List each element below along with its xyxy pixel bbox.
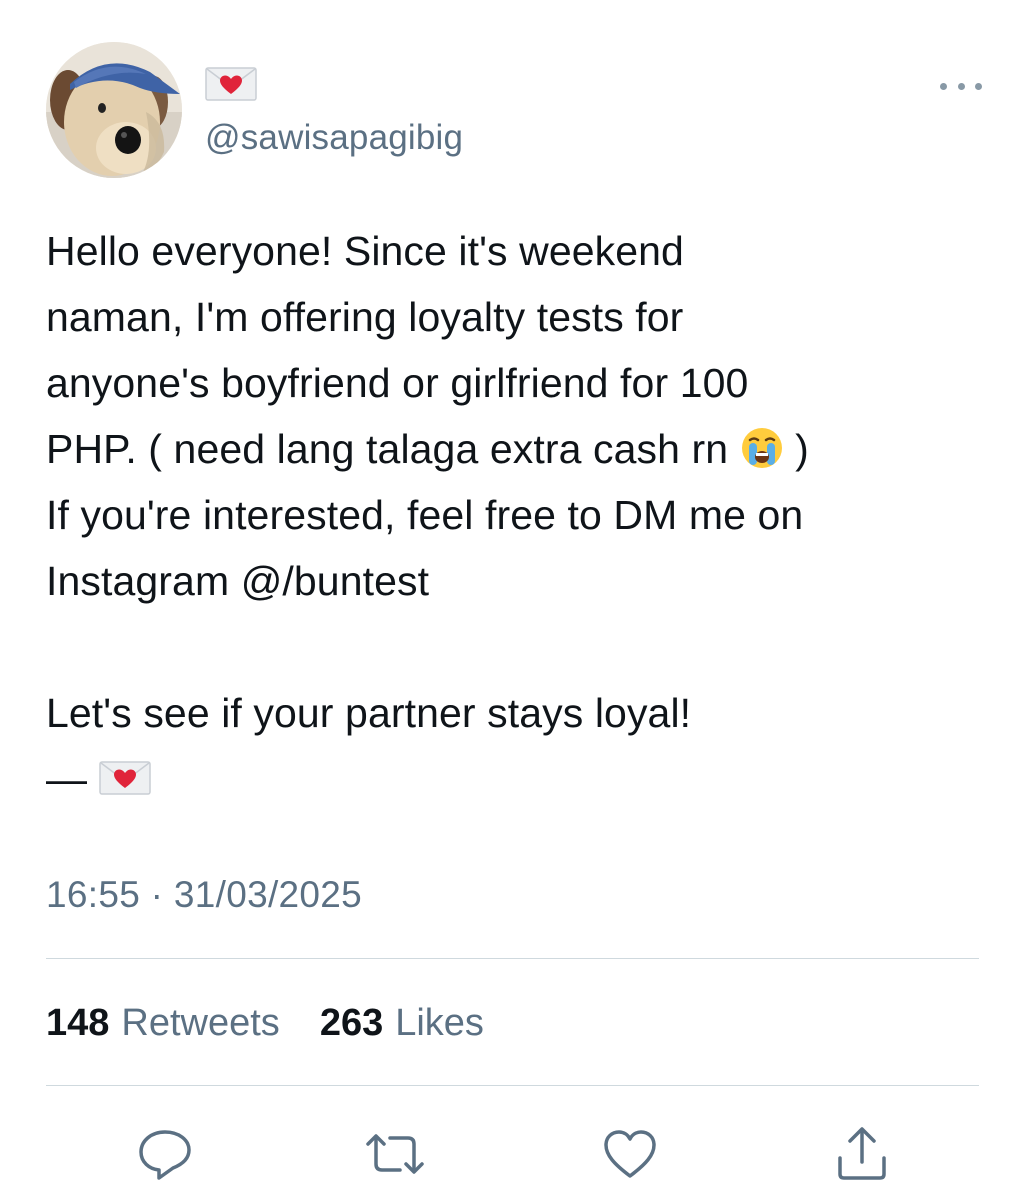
divider — [46, 1085, 979, 1086]
retweet-icon[interactable] — [360, 1124, 424, 1184]
tweet-text-segment: — — [46, 756, 88, 802]
retweets-label: Retweets — [121, 1002, 280, 1044]
plush-dog-avatar-image — [46, 42, 182, 178]
reply-icon[interactable] — [135, 1124, 195, 1184]
tweet-text-line: anyone's boyfriend or girlfriend for 100 — [46, 360, 749, 406]
love-letter-emoji — [98, 761, 151, 795]
love-letter-emoji — [205, 67, 257, 101]
retweets-stat[interactable]: 148 Retweets — [46, 1002, 280, 1045]
tweet-text-line: Let's see if your partner stays loyal! — [46, 690, 692, 736]
tweet-text: Hello everyone! Since it's weekend naman… — [46, 218, 986, 812]
more-options-icon[interactable] — [940, 78, 982, 94]
share-icon[interactable] — [832, 1124, 892, 1184]
likes-stat[interactable]: 263 Likes — [320, 1002, 484, 1045]
divider — [46, 958, 979, 959]
tweet-text-line: Hello everyone! Since it's weekend — [46, 228, 684, 274]
tweet-text-line: If you're interested, feel free to DM me… — [46, 492, 804, 538]
loudly-crying-face-emoji — [741, 428, 782, 469]
tweet-text-segment: ) — [795, 426, 809, 472]
tweet-text-segment: PHP. ( need lang talaga extra cash rn — [46, 426, 729, 472]
tweet-text-signature-line: — — [46, 746, 986, 812]
retweets-count: 148 — [46, 1002, 110, 1044]
avatar[interactable] — [46, 42, 182, 178]
user-handle[interactable]: @sawisapagibig — [205, 118, 463, 158]
tweet-text-line: naman, I'm offering loyalty tests for — [46, 294, 684, 340]
likes-label: Likes — [395, 1002, 484, 1044]
display-name[interactable] — [205, 66, 257, 102]
tweet-text-link-line[interactable]: Instagram @/buntest — [46, 548, 986, 614]
tweet-text-line-with-emoji: PHP. ( need lang talaga extra cash rn ) — [46, 416, 986, 482]
tweet-stats: 148 Retweets 263 Likes — [46, 1002, 484, 1045]
likes-count: 263 — [319, 1002, 384, 1044]
action-bar — [0, 1124, 1025, 1194]
like-icon[interactable] — [600, 1124, 660, 1184]
tweet-timestamp[interactable]: 16:55 · 31/03/2025 — [46, 874, 362, 916]
